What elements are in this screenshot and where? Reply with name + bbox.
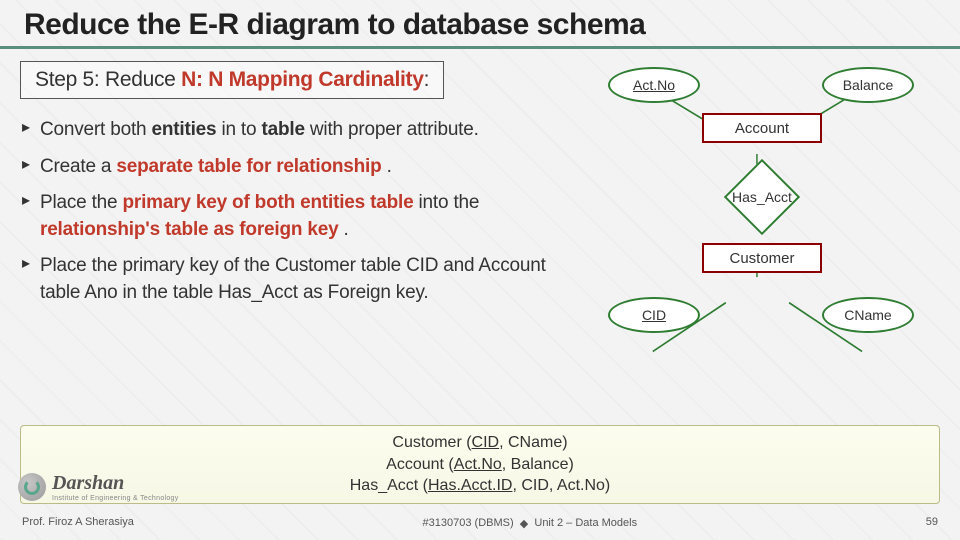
footer-unit: Unit 2 – Data Models — [534, 517, 637, 529]
attr-cid: CID — [608, 297, 700, 333]
attr-actno: Act.No — [608, 67, 700, 103]
logo-mark-icon — [18, 473, 46, 501]
schema-line: Customer (CID, CName) — [31, 432, 929, 454]
step-suffix: : — [424, 68, 430, 91]
footer: Prof. Firoz A Sherasiya #3130703 (DBMS) … — [0, 504, 960, 540]
bullet-item: Convert both entities in to table with p… — [20, 117, 560, 144]
title-bar: Reduce the E-R diagram to database schem… — [0, 0, 960, 49]
er-diagram: Act.No Balance Account Has_Acct Customer… — [570, 61, 940, 421]
step-highlight: N: N Mapping Cardinality — [181, 68, 423, 91]
step-heading-box: Step 5: Reduce N: N Mapping Cardinality: — [20, 61, 444, 99]
bullet-item: Place the primary key of the Customer ta… — [20, 253, 560, 306]
footer-author: Prof. Firoz A Sherasiya — [22, 516, 134, 528]
bullet-item: Place the primary key of both entities t… — [20, 190, 560, 243]
entity-account: Account — [702, 113, 822, 143]
bullet-list: Convert both entities in to table with p… — [20, 117, 560, 307]
relationship-has-acct: Has_Acct — [692, 169, 832, 225]
footer-page-number: 59 — [926, 516, 938, 528]
institute-logo: Darshan Institute of Engineering & Techn… — [18, 472, 179, 502]
footer-course-code: #3130703 (DBMS) — [423, 517, 514, 529]
attr-balance: Balance — [822, 67, 914, 103]
diamond-icon: ◆ — [520, 517, 528, 530]
logo-subtitle: Institute of Engineering & Technology — [52, 495, 179, 502]
relationship-label: Has_Acct — [692, 169, 832, 225]
step-prefix: Step 5: Reduce — [35, 68, 181, 91]
entity-customer: Customer — [702, 243, 822, 273]
attr-cname: CName — [822, 297, 914, 333]
bullet-item: Create a separate table for relationship… — [20, 154, 560, 181]
page-title: Reduce the E-R diagram to database schem… — [24, 8, 936, 42]
logo-word: Darshan — [52, 472, 179, 495]
